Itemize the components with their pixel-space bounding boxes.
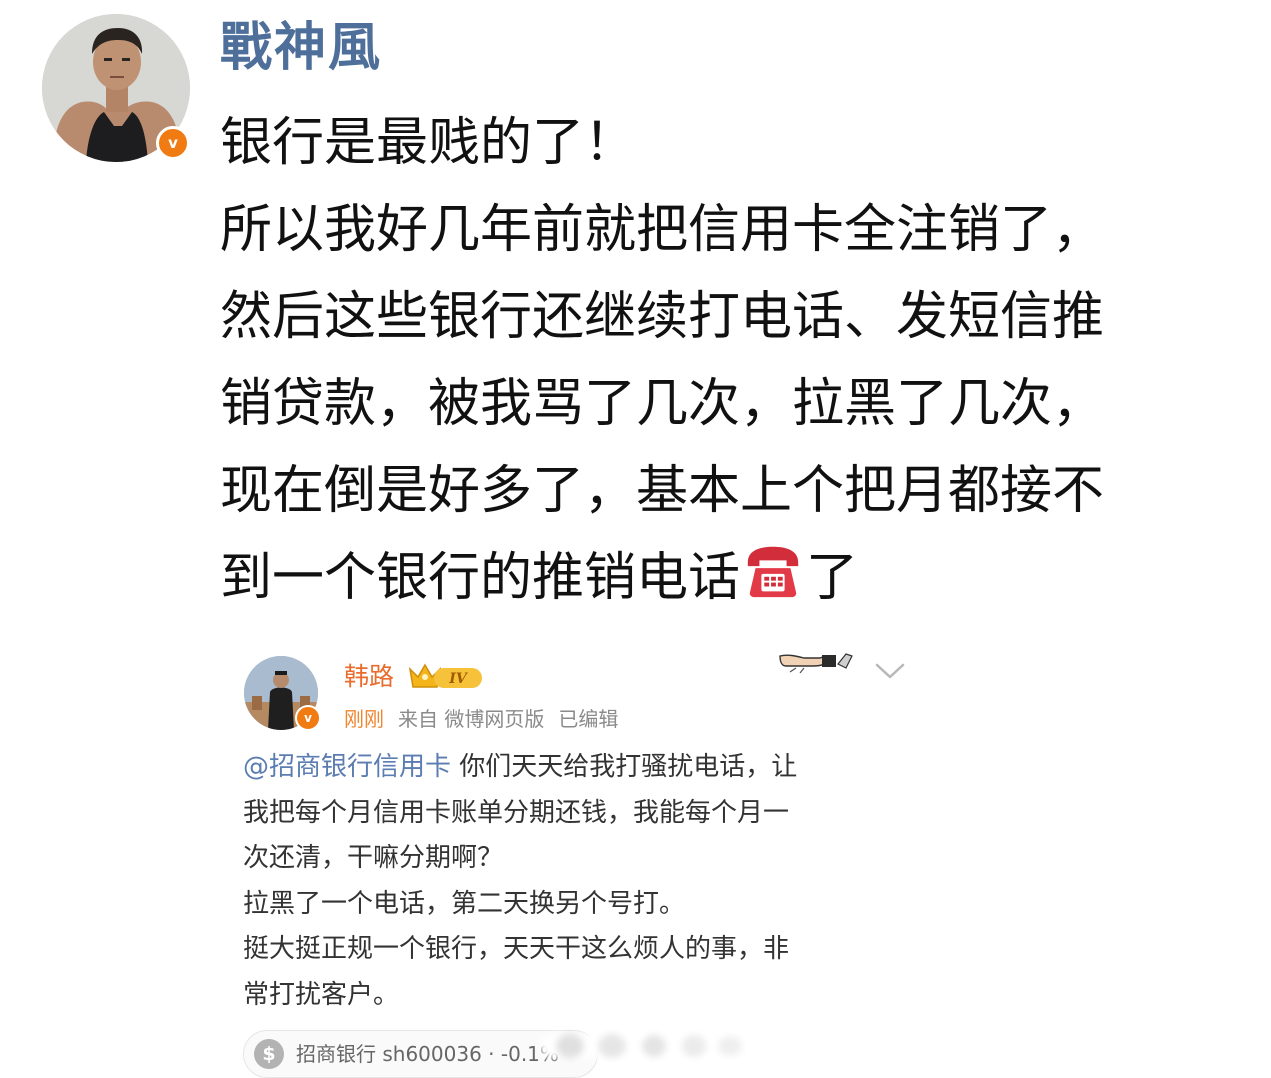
quoted-line: @招商银行信用卡 你们天天给我打骚扰电话，让 bbox=[243, 745, 903, 791]
like-hand-sticker-icon bbox=[779, 653, 853, 674]
quoted-meta: 刚刚 来自 微博网页版 已编辑 bbox=[344, 705, 618, 733]
telephone-icon bbox=[747, 546, 799, 598]
post-text: 银行是最贱的了！ 所以我好几年前就把信用卡全注销了， 然后这些银行还继续打电话、… bbox=[220, 100, 1260, 622]
post-line-text-end: 了 bbox=[806, 548, 859, 608]
post-time: 刚刚 bbox=[344, 707, 384, 731]
author-name[interactable]: 戰神風 bbox=[220, 12, 382, 84]
edited-label[interactable]: 已编辑 bbox=[558, 707, 618, 731]
quoted-line: 拉黑了一个电话，第二天换另个号打。 bbox=[243, 888, 686, 919]
quoted-line: 我把每个月信用卡账单分期还钱，我能每个月一 bbox=[243, 797, 790, 828]
quoted-verified-badge-icon: v bbox=[295, 705, 321, 731]
post-line-text: 到一个银行的推销电话 bbox=[220, 548, 741, 608]
quoted-avatar-container[interactable]: v bbox=[244, 656, 321, 731]
mention-link[interactable]: @招商银行信用卡 bbox=[243, 752, 451, 782]
dollar-icon: $ bbox=[254, 1039, 284, 1069]
quoted-author-name[interactable]: 韩路 bbox=[344, 660, 394, 694]
quoted-line: 次还清，干嘛分期啊？ bbox=[243, 843, 504, 873]
obscured-ui-region bbox=[540, 1034, 750, 1058]
chevron-down-icon[interactable] bbox=[874, 660, 906, 682]
vip-crown-badge-icon: IV bbox=[408, 663, 482, 688]
quoted-line-text: 你们天天给我打骚扰电话，让 bbox=[451, 752, 798, 782]
post-line: 然后这些银行还继续打电话、发短信推 bbox=[220, 287, 1105, 347]
post-line: 现在倒是好多了，基本上个把月都接不 bbox=[220, 461, 1105, 521]
post-line: 所以我好几年前就把信用卡全注销了， bbox=[220, 200, 1105, 260]
author-avatar-container[interactable]: v bbox=[42, 14, 190, 162]
quoted-post-text: @招商银行信用卡 你们天天给我打骚扰电话，让 我把每个月信用卡账单分期还钱，我能… bbox=[243, 745, 903, 1018]
quoted-line: 常打扰客户。 bbox=[243, 979, 400, 1010]
post-source[interactable]: 来自 微博网页版 bbox=[398, 707, 544, 731]
post-line: 销贷款，被我骂了几次，拉黑了几次， bbox=[220, 374, 1105, 434]
quoted-line: 挺大挺正规一个银行，天天干这么烦人的事，非 bbox=[243, 934, 790, 964]
verified-badge-icon: v bbox=[156, 126, 190, 160]
vip-level-text: IV bbox=[448, 671, 469, 687]
post-line: 银行是最贱的了！ bbox=[220, 113, 637, 173]
post-line-last: 到一个银行的推销电话 了 bbox=[220, 535, 1260, 622]
